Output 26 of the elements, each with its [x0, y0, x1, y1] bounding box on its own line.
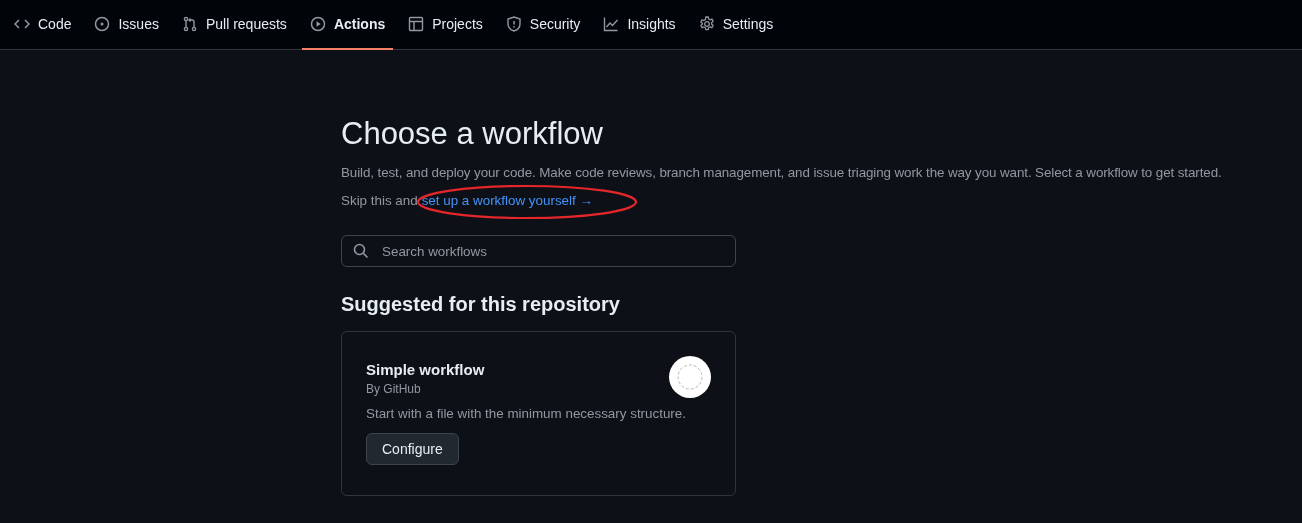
- repo-tab[interactable]: Code: [6, 0, 80, 50]
- workflow-author: By GitHub: [366, 382, 422, 396]
- repo-tab[interactable]: Pull requests: [173, 0, 295, 50]
- repo-tab[interactable]: Settings: [690, 0, 782, 50]
- table-icon: [408, 16, 425, 32]
- shield-icon: [505, 16, 522, 32]
- workflow-description: Start with a file with the minimum necessary structure.: [366, 406, 687, 421]
- workflow-name: Simple workflow: [366, 361, 485, 378]
- section-heading: Suggested for this repository: [341, 293, 621, 316]
- description-text: Build, test, and deploy your code. Make code reviews, branch management, and issue triaging work the way you want. Select a workflow to get started.: [341, 165, 1223, 180]
- repo-tab[interactable]: Insights: [595, 0, 684, 50]
- skip-text: Skip this and: [341, 193, 418, 208]
- configure-button[interactable]: Configure: [366, 433, 459, 465]
- dashed-circle-icon: [669, 356, 711, 398]
- graph-icon: [603, 16, 620, 32]
- repo-tab[interactable]: Actions: [301, 0, 394, 50]
- repo-tab[interactable]: Security: [497, 0, 589, 50]
- pull-request-icon: [181, 16, 198, 32]
- play-icon: [309, 16, 326, 32]
- repo-tab[interactable]: Projects: [400, 0, 491, 50]
- page-title: Choose a workflow: [341, 116, 604, 152]
- settings-icon: [698, 16, 715, 32]
- repo-tab[interactable]: Issues: [86, 0, 167, 50]
- search-icon: [353, 243, 369, 259]
- issue-icon: [94, 16, 111, 32]
- search-field[interactable]: Search workflows: [341, 235, 736, 267]
